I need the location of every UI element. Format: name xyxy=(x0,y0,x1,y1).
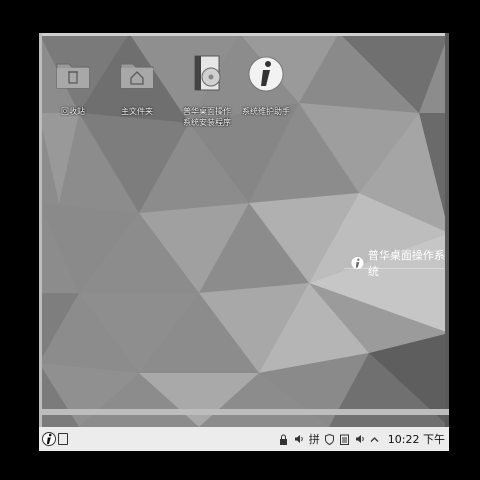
desktop-icon-maintenance[interactable]: 系统维护助手 xyxy=(235,50,297,117)
taskbar-clock[interactable]: 10:22 下午 xyxy=(388,431,445,447)
installer-disc-icon xyxy=(176,50,238,98)
screen-frame-right xyxy=(445,33,449,427)
info-icon xyxy=(235,50,297,98)
desktop-icon-installer[interactable]: 普华桌面操作 系统安装程序 xyxy=(176,50,238,128)
show-desktop-icon[interactable] xyxy=(58,433,68,445)
start-menu-icon[interactable] xyxy=(42,431,56,447)
desktop-icon-label: 回收站 xyxy=(61,107,85,116)
desktop-brand: 普华桌面操作系统 xyxy=(351,247,449,279)
home-folder-icon xyxy=(106,50,168,98)
trash-folder-icon xyxy=(42,50,104,98)
screen-frame-bottom xyxy=(39,409,449,415)
chevron-up-icon[interactable] xyxy=(370,434,380,445)
desktop-icon-label: 普华桌面操作 系统安装程序 xyxy=(183,107,231,127)
desktop-icon-label: 主文件夹 xyxy=(121,107,153,116)
desktop-screen: 回收站 主文件夹 普华桌面操作 系统安装程序 系统维护助手 普华桌面操作系统 拼… xyxy=(39,33,449,451)
screen-frame-top xyxy=(39,33,449,36)
brand-underline xyxy=(344,268,444,269)
taskbar: 拼 10:22 下午 xyxy=(39,427,449,451)
shield-icon[interactable] xyxy=(325,433,335,445)
lock-icon[interactable] xyxy=(279,434,289,445)
desktop-icon-label: 系统维护助手 xyxy=(242,107,290,116)
clipboard-icon[interactable] xyxy=(340,434,350,445)
desktop-icon-home[interactable]: 主文件夹 xyxy=(106,50,168,117)
volume-icon[interactable] xyxy=(355,434,365,445)
ime-indicator[interactable]: 拼 xyxy=(309,431,320,447)
desktop-icon-trash[interactable]: 回收站 xyxy=(42,50,104,117)
system-tray: 拼 10:22 下午 xyxy=(279,431,445,447)
brand-text: 普华桌面操作系统 xyxy=(367,249,445,278)
speaker-icon[interactable] xyxy=(294,434,304,445)
